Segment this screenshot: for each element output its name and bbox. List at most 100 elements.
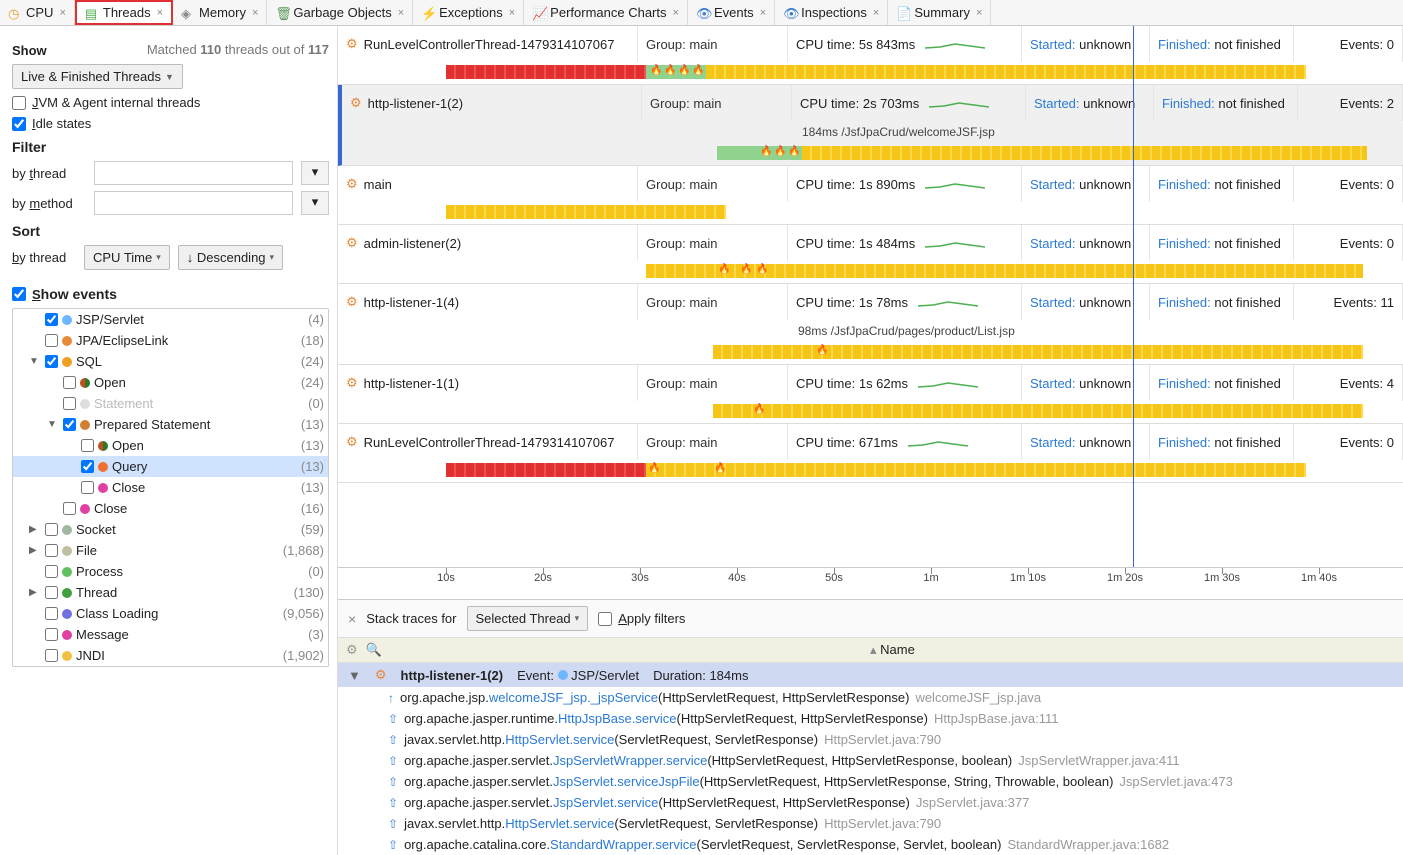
jvm-threads-checkbox[interactable]: JVM & Agent internal threads xyxy=(12,95,329,110)
threads-icon: ▤ xyxy=(85,6,99,20)
close-icon[interactable]: × xyxy=(673,7,679,19)
sort-field-select[interactable]: CPU Time ▾ xyxy=(84,245,170,270)
stack-frame[interactable]: ⇧org.apache.catalina.core.StandardWrappe… xyxy=(338,834,1403,855)
flame-icon: 🔥 xyxy=(692,65,704,76)
timeline-bar[interactable]: 🔥 🔥 🔥 xyxy=(338,263,1403,279)
event-jpa-eclipselink[interactable]: JPA/EclipseLink(18) xyxy=(13,330,328,351)
close-icon[interactable]: × xyxy=(976,7,982,19)
tab-cpu[interactable]: ◷CPU× xyxy=(0,0,75,25)
time-tick: 50s xyxy=(825,572,843,584)
thread-row[interactable]: ⚙admin-listener(2) Group: main CPU time:… xyxy=(338,225,1403,284)
timeline-bar[interactable]: 🔥 xyxy=(338,344,1403,360)
event-message[interactable]: Message(3) xyxy=(13,624,328,645)
color-dot xyxy=(62,546,72,556)
thread-row[interactable]: ⚙http-listener-1(4) Group: main CPU time… xyxy=(338,284,1403,365)
close-icon[interactable]: × xyxy=(873,7,879,19)
search-icon[interactable]: 🔍 xyxy=(366,642,382,658)
color-dot xyxy=(62,651,72,661)
stack-frame[interactable]: ⇧javax.servlet.http.HttpServlet.service(… xyxy=(338,813,1403,834)
flame-icon: 🔥 xyxy=(756,264,768,275)
gear-icon: ⚙ xyxy=(346,36,358,52)
timeline-bar[interactable]: 🔥 xyxy=(338,403,1403,419)
event-socket[interactable]: ▶Socket(59) xyxy=(13,519,328,540)
show-events-checkbox[interactable] xyxy=(12,287,26,301)
event-prepared-statement[interactable]: ▼Prepared Statement(13) xyxy=(13,414,328,435)
close-icon[interactable]: × xyxy=(59,7,65,19)
tab-performance-charts[interactable]: 📈Performance Charts× xyxy=(524,0,688,25)
thread-row[interactable]: ⚙http-listener-1(1) Group: main CPU time… xyxy=(338,365,1403,424)
timeline-bar[interactable]: 🔥🔥 xyxy=(338,462,1403,478)
filter-by-thread-dropdown[interactable]: ▾ xyxy=(301,161,329,185)
event-process[interactable]: Process(0) xyxy=(13,561,328,582)
event-jndi[interactable]: JNDI(1,902) xyxy=(13,645,328,666)
arrow-up-icon: ⇧ xyxy=(388,754,398,768)
timeline-bar[interactable] xyxy=(338,204,1403,220)
event-open[interactable]: Open(24) xyxy=(13,372,328,393)
stack-frame[interactable]: ↑org.apache.jsp.welcomeJSF_jsp._jspServi… xyxy=(338,687,1403,708)
flame-icon: 🔥 xyxy=(753,404,765,415)
event-tree: JSP/Servlet(4)JPA/EclipseLink(18)▼SQL(24… xyxy=(12,308,329,667)
sort-by-label: by thread xyxy=(12,250,76,265)
close-icon[interactable]: × xyxy=(509,7,515,19)
flame-icon: 🔥 xyxy=(678,65,690,76)
tab-threads[interactable]: ▤Threads× xyxy=(75,0,173,25)
time-ruler[interactable]: 10s20s30s40s50s1m1m 10s1m 20s1m 30s1m 40… xyxy=(338,567,1403,599)
close-stack-button[interactable]: × xyxy=(348,611,356,627)
thread-row[interactable]: ⚙RunLevelControllerThread-1479314107067 … xyxy=(338,26,1403,85)
event-open[interactable]: Open(13) xyxy=(13,435,328,456)
thread-row[interactable]: ⚙RunLevelControllerThread-1479314107067 … xyxy=(338,424,1403,483)
gear-icon: ⚙ xyxy=(346,294,358,310)
stack-event-header[interactable]: ▼⚙http-listener-1(2)Event: JSP/ServletDu… xyxy=(338,663,1403,687)
apply-filters-checkbox[interactable] xyxy=(598,612,612,626)
stack-thread-selector[interactable]: Selected Thread ▾ xyxy=(467,606,589,631)
close-icon[interactable]: × xyxy=(398,7,404,19)
sparkline xyxy=(925,178,985,190)
event-thread[interactable]: ▶Thread(130) xyxy=(13,582,328,603)
sort-title: Sort xyxy=(12,223,329,239)
sparkline xyxy=(918,296,978,308)
event-sql[interactable]: ▼SQL(24) xyxy=(13,351,328,372)
thread-row[interactable]: ⚙main Group: main CPU time: 1s 890ms Sta… xyxy=(338,166,1403,225)
tab-inspections[interactable]: 👁Inspections× xyxy=(775,0,888,25)
filter-by-method-input[interactable] xyxy=(94,191,293,215)
event-class-loading[interactable]: Class Loading(9,056) xyxy=(13,603,328,624)
tab-memory[interactable]: ◈Memory× xyxy=(173,0,267,25)
stack-frame[interactable]: ⇧org.apache.jasper.servlet.JspServlet.se… xyxy=(338,771,1403,792)
event-file[interactable]: ▶File(1,868) xyxy=(13,540,328,561)
gear-icon[interactable]: ⚙ xyxy=(346,642,358,658)
timeline-bar[interactable]: 🔥🔥🔥🔥 xyxy=(338,64,1403,80)
events-icon: 👁 xyxy=(696,6,710,20)
sort-direction-select[interactable]: ↓ Descending ▾ xyxy=(178,245,283,270)
sparkline xyxy=(918,377,978,389)
close-icon[interactable]: × xyxy=(760,7,766,19)
flame-icon: 🔥 xyxy=(740,264,752,275)
event-statement[interactable]: Statement(0) xyxy=(13,393,328,414)
idle-states-checkbox[interactable]: Idle states xyxy=(12,116,329,131)
thread-row[interactable]: ⚙http-listener-1(2) Group: main CPU time… xyxy=(338,85,1403,166)
stack-frame[interactable]: ⇧org.apache.jasper.servlet.JspServletWra… xyxy=(338,750,1403,771)
sidebar: Show Matched 110 threads out of 117 Live… xyxy=(0,26,338,855)
event-close[interactable]: Close(16) xyxy=(13,498,328,519)
gear-icon: ⚙ xyxy=(346,434,358,450)
exceptions-icon: ⚡ xyxy=(421,6,435,20)
tab-garbage-objects[interactable]: 🗑Garbage Objects× xyxy=(267,0,413,25)
arrow-up-icon: ⇧ xyxy=(388,817,398,831)
close-icon[interactable]: × xyxy=(252,7,258,19)
event-close[interactable]: Close(13) xyxy=(13,477,328,498)
close-icon[interactable]: × xyxy=(157,7,163,19)
filter-by-method-dropdown[interactable]: ▾ xyxy=(301,191,329,215)
stack-frame[interactable]: ⇧org.apache.jasper.servlet.JspServlet.se… xyxy=(338,792,1403,813)
stack-frame[interactable]: ⇧javax.servlet.http.HttpServlet.service(… xyxy=(338,729,1403,750)
tab-summary[interactable]: 📄Summary× xyxy=(888,0,991,25)
sparkline xyxy=(925,38,985,50)
flame-icon: 🔥 xyxy=(718,264,730,275)
event-jsp-servlet[interactable]: JSP/Servlet(4) xyxy=(13,309,328,330)
timeline-bar[interactable]: 🔥🔥🔥 xyxy=(342,145,1403,161)
tab-exceptions[interactable]: ⚡Exceptions× xyxy=(413,0,524,25)
threads-filter-dropdown[interactable]: Live & Finished Threads▼ xyxy=(12,64,183,89)
tab-events[interactable]: 👁Events× xyxy=(688,0,775,25)
time-tick: 1m 20s xyxy=(1107,572,1143,584)
stack-frame[interactable]: ⇧org.apache.jasper.runtime.HttpJspBase.s… xyxy=(338,708,1403,729)
event-query[interactable]: Query(13) xyxy=(13,456,328,477)
filter-by-thread-input[interactable] xyxy=(94,161,293,185)
